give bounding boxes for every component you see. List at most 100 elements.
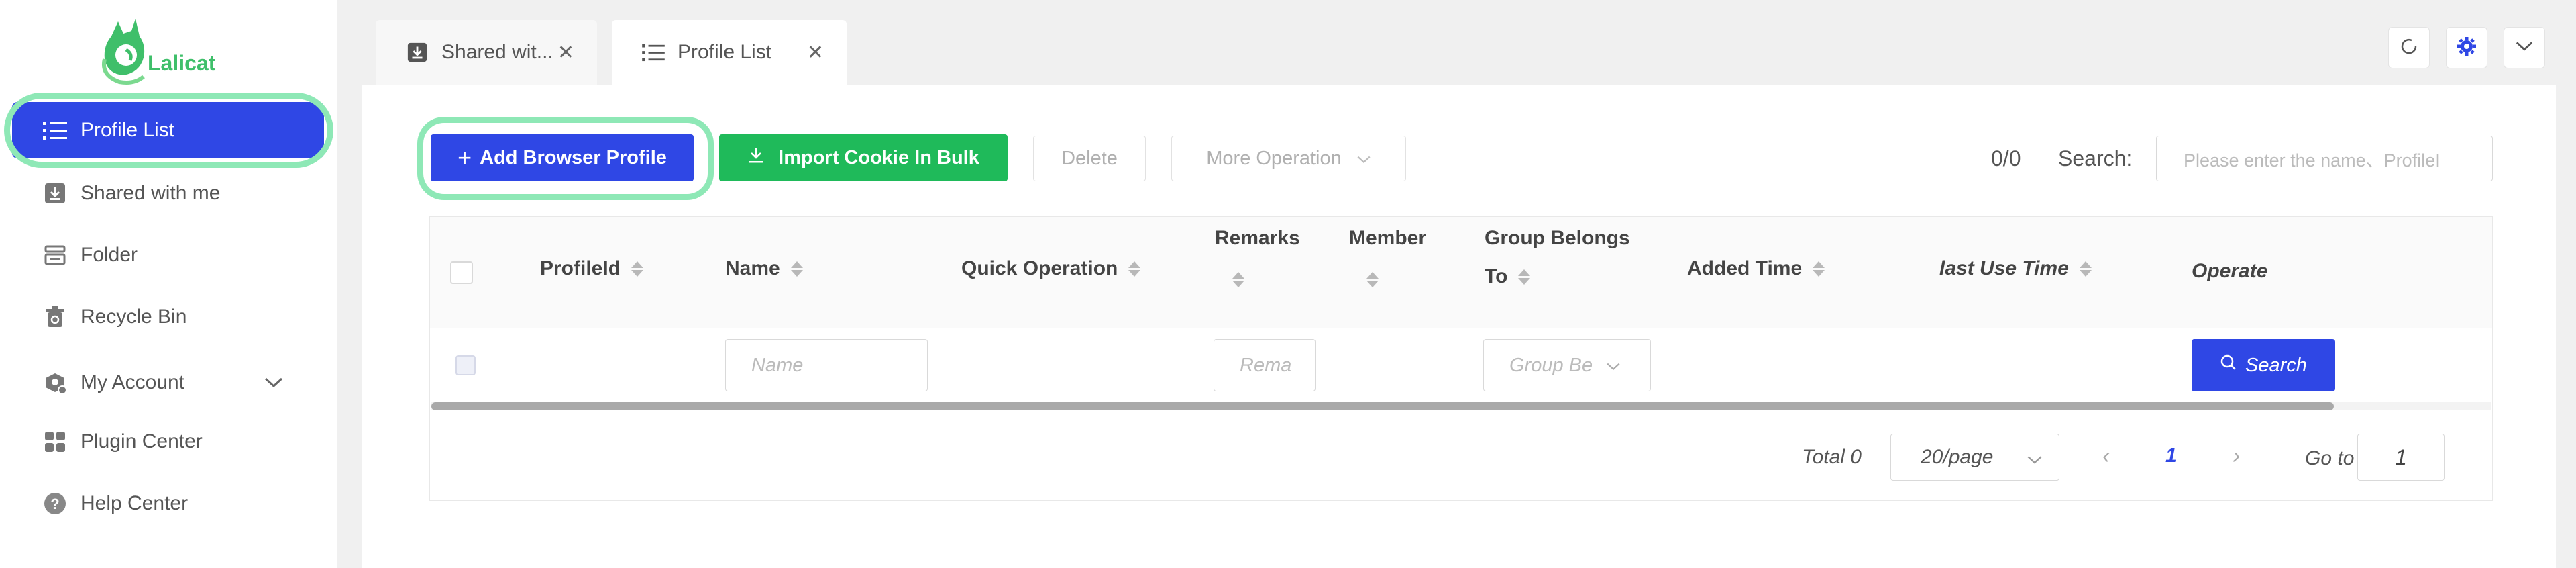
more-operation-dropdown[interactable]: More Operation (1171, 136, 1406, 181)
brand-logo: Lalicat (99, 16, 233, 86)
tab-label: Profile List (678, 41, 772, 63)
column-header-quick-operation[interactable]: Quick Operation (961, 257, 1141, 280)
header-label: Group Belongs (1485, 227, 1630, 249)
chevron-down-icon (1606, 354, 1621, 377)
table-header: ProfileId Name Quick Operation Remarks M… (430, 217, 2492, 328)
account-icon (42, 369, 68, 396)
sort-icon[interactable] (1128, 261, 1141, 277)
chevron-down-icon[interactable] (264, 371, 284, 394)
sort-icon[interactable] (1366, 272, 1379, 287)
tab-label: Shared wit... (441, 41, 553, 63)
refresh-button[interactable] (2388, 27, 2430, 68)
settings-button[interactable] (2446, 27, 2487, 68)
close-icon[interactable]: ✕ (807, 41, 824, 64)
table-search-button[interactable]: Search (2192, 339, 2335, 391)
sort-icon[interactable] (1813, 261, 1825, 277)
page-size-label: 20/page (1921, 446, 1994, 468)
add-browser-profile-label: Add Browser Profile (480, 146, 667, 169)
folder-icon (42, 242, 68, 269)
prev-page-icon[interactable]: ‹ (2102, 443, 2110, 469)
sort-icon[interactable] (2079, 261, 2092, 277)
column-header-name[interactable]: Name (725, 257, 803, 280)
select-all-checkbox[interactable] (450, 261, 473, 284)
sidebar-item-profile-list[interactable]: Profile List (12, 102, 324, 158)
recycle-bin-icon (42, 303, 68, 330)
row-checkbox[interactable] (455, 355, 476, 375)
header-label: Operate (2192, 260, 2268, 282)
current-page[interactable]: 1 (2165, 444, 2177, 467)
sidebar-item-my-account[interactable]: My Account (0, 353, 337, 412)
import-cookie-label: Import Cookie In Bulk (778, 146, 979, 169)
column-header-added-time[interactable]: Added Time (1687, 257, 1825, 280)
search-icon (2220, 354, 2237, 377)
chevron-down-icon (1356, 148, 1371, 170)
plugin-icon (42, 428, 68, 455)
column-header-last-use-time[interactable]: last Use Time (1939, 257, 2092, 280)
import-cookie-button[interactable]: Import Cookie In Bulk (719, 134, 1008, 181)
search-input[interactable]: Please enter the name、ProfileI (2156, 136, 2493, 181)
remarks-filter-input[interactable]: Rema (1214, 339, 1316, 391)
total-count: Total 0 (1802, 446, 1862, 468)
sidebar-item-folder[interactable]: Folder (0, 226, 337, 285)
sidebar-item-label: Shared with me (80, 182, 221, 204)
selection-count: 0/0 (1991, 146, 2021, 171)
group-filter-label: Group Be (1509, 354, 1593, 376)
download-box-icon (405, 40, 429, 64)
expand-menu-button[interactable] (2504, 27, 2545, 68)
sidebar: Lalicat Profile List Shared with me Fold… (0, 0, 337, 568)
gear-icon (2456, 36, 2477, 60)
list-icon (641, 40, 665, 64)
download-icon (747, 146, 765, 169)
sort-icon[interactable] (1232, 272, 1244, 287)
sidebar-item-plugin-center[interactable]: Plugin Center (0, 412, 337, 471)
next-page-icon[interactable]: › (2233, 443, 2240, 469)
header-label: ProfileId (540, 257, 621, 279)
sidebar-item-label: My Account (80, 371, 185, 393)
header-label: Member (1349, 227, 1427, 249)
delete-label: Delete (1061, 147, 1118, 169)
svg-text:?: ? (50, 495, 59, 512)
sort-icon[interactable] (790, 261, 803, 277)
column-header-group[interactable]: Group Belongs To (1485, 224, 1630, 288)
search-button-label: Search (2245, 354, 2307, 376)
sidebar-item-label: Plugin Center (80, 430, 203, 453)
name-filter-input[interactable]: Name (725, 339, 928, 391)
sidebar-item-recycle-bin[interactable]: Recycle Bin (0, 287, 337, 346)
sidebar-item-label: Recycle Bin (80, 305, 187, 328)
sidebar-item-help-center[interactable]: ? Help Center (0, 474, 337, 533)
sort-icon[interactable] (1518, 269, 1531, 285)
cat-logo-icon (99, 16, 153, 86)
header-label: Remarks (1215, 227, 1300, 249)
group-filter-select[interactable]: Group Be (1483, 339, 1651, 391)
help-icon: ? (42, 490, 68, 517)
column-header-profile-id[interactable]: ProfileId (540, 257, 644, 280)
sidebar-item-label: Help Center (80, 492, 189, 514)
column-header-remarks[interactable]: Remarks (1215, 224, 1300, 287)
list-icon (42, 117, 68, 144)
sidebar-item-shared-with-me[interactable]: Shared with me (0, 164, 337, 223)
header-label: last Use Time (1939, 257, 2069, 279)
delete-button[interactable]: Delete (1033, 136, 1146, 181)
chevron-down-icon (2027, 448, 2043, 471)
column-header-member[interactable]: Member (1349, 224, 1426, 287)
close-icon[interactable]: ✕ (557, 41, 574, 64)
header-label: Added Time (1687, 257, 1803, 279)
plus-icon: + (458, 144, 472, 171)
header-label: Quick Operation (961, 257, 1118, 279)
header-label-row: To (1485, 265, 1531, 288)
tab-profile-list[interactable]: Profile List ✕ (612, 20, 847, 85)
header-label: To (1485, 265, 1508, 287)
profile-table: ProfileId Name Quick Operation Remarks M… (429, 216, 2493, 501)
goto-page-input[interactable]: 1 (2357, 434, 2445, 481)
chevron-down-icon (2515, 40, 2534, 56)
goto-label: Go to (2305, 447, 2355, 469)
page-size-select[interactable]: 20/page (1890, 434, 2059, 481)
brand-name: Lalicat (148, 50, 216, 75)
horizontal-scrollbar[interactable] (431, 402, 2334, 410)
add-browser-profile-button[interactable]: + Add Browser Profile (431, 134, 694, 181)
sidebar-item-label: Profile List (80, 119, 175, 141)
sidebar-item-label: Folder (80, 244, 138, 266)
more-operation-label: More Operation (1206, 147, 1342, 169)
sort-icon[interactable] (631, 261, 644, 277)
tab-shared-with-me[interactable]: Shared wit... ✕ (376, 20, 597, 85)
